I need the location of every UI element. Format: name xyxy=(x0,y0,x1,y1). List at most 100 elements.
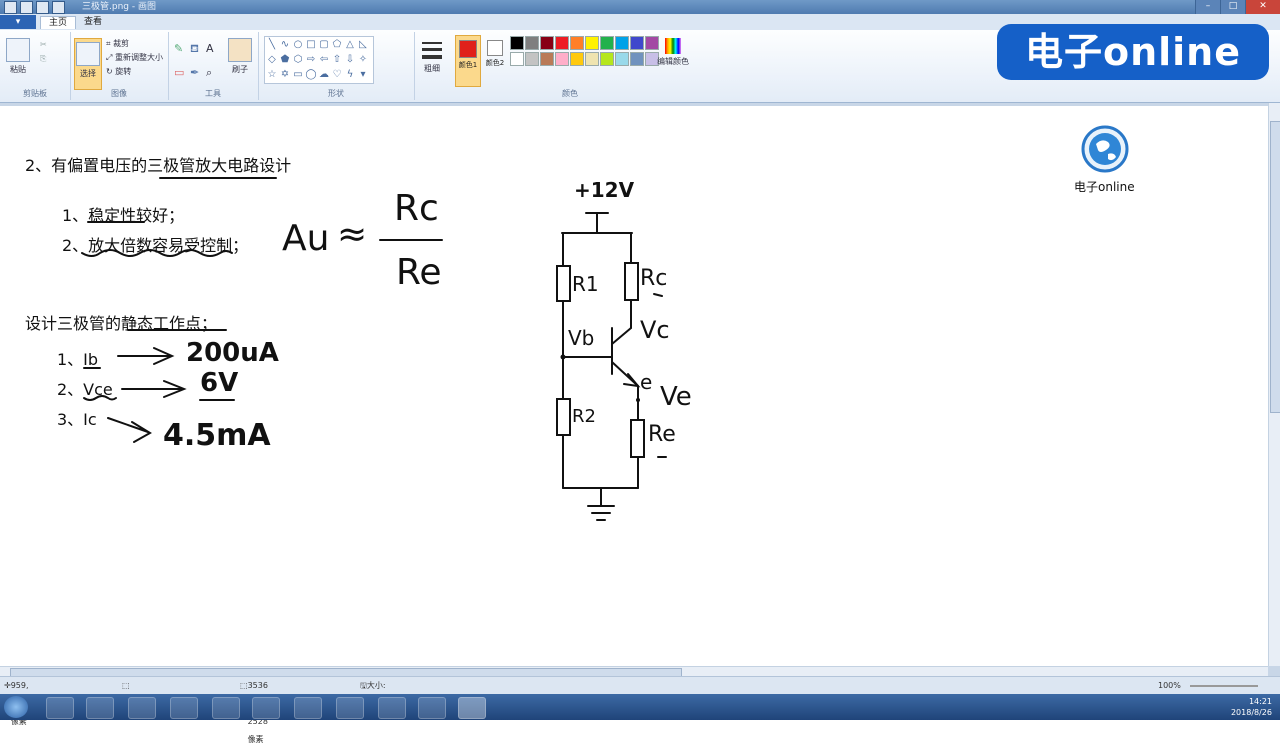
diamond-shape-icon[interactable]: ◇ xyxy=(266,53,278,67)
lightning-shape-icon[interactable]: ϟ xyxy=(344,68,356,82)
color-wheel-icon xyxy=(665,38,681,54)
palette-swatch[interactable] xyxy=(525,52,539,66)
color1-swatch xyxy=(459,40,477,58)
resize-button[interactable]: ⤢ 重新调整大小 xyxy=(106,52,163,63)
vertical-scroll-thumb[interactable] xyxy=(1270,121,1280,413)
hexagon-shape-icon[interactable]: ⬡ xyxy=(292,53,304,67)
wps-taskbar-icon[interactable] xyxy=(128,697,156,719)
undo-icon[interactable] xyxy=(36,1,49,14)
point2-wavy-underline xyxy=(81,249,233,257)
palette-swatch[interactable] xyxy=(615,52,629,66)
roundrect-shape-icon[interactable]: ▢ xyxy=(318,38,330,52)
copy-icon[interactable]: ⎘ xyxy=(40,54,46,64)
palette-swatch[interactable] xyxy=(585,52,599,66)
photoshop-taskbar-icon[interactable] xyxy=(170,697,198,719)
app-taskbar-icon[interactable] xyxy=(212,697,240,719)
star6-shape-icon[interactable]: ✡ xyxy=(279,68,291,82)
palette-swatch[interactable] xyxy=(630,52,644,66)
arrow-up-shape-icon[interactable]: ⇧ xyxy=(331,53,343,67)
palette-swatch[interactable] xyxy=(555,52,569,66)
palette-swatch[interactable] xyxy=(540,36,554,50)
oval-shape-icon[interactable]: ○ xyxy=(292,38,304,52)
rect-shape-icon[interactable]: □ xyxy=(305,38,317,52)
callout-rect-shape-icon[interactable]: ▭ xyxy=(292,68,304,82)
vertical-scrollbar[interactable] xyxy=(1268,103,1280,666)
tab-home[interactable]: 主页 xyxy=(40,16,77,29)
size-button[interactable]: 粗细 xyxy=(420,38,444,74)
status-bar: ✛ 959, 213像素 ⬚ ⬚ 3536 × 2528像素 🖫 大小: 206… xyxy=(0,676,1280,744)
media-player-taskbar-icon[interactable] xyxy=(86,697,114,719)
selection-icon: ⬚ xyxy=(122,681,130,690)
maximize-button[interactable]: □ xyxy=(1220,0,1245,14)
cut-icon[interactable]: ✂ xyxy=(40,40,47,49)
feather-taskbar-icon[interactable] xyxy=(418,697,446,719)
taskbar: 14:21 2018/8/26 xyxy=(0,694,1280,720)
brand-logo: 电子online xyxy=(997,24,1269,80)
recorder-taskbar-icon[interactable] xyxy=(378,697,406,719)
select-button[interactable]: 选择 xyxy=(74,38,102,90)
palette-swatch[interactable] xyxy=(510,36,524,50)
more-shapes-icon[interactable]: ▾ xyxy=(357,68,369,82)
save-icon[interactable] xyxy=(20,1,33,14)
rc-label-underline xyxy=(653,293,663,297)
palette-swatch[interactable] xyxy=(630,36,644,50)
crop-button[interactable]: ⌗ 裁剪 xyxy=(106,38,129,49)
palette-swatch[interactable] xyxy=(555,36,569,50)
rtriangle-shape-icon[interactable]: ◺ xyxy=(357,38,369,52)
palette-swatch[interactable] xyxy=(615,36,629,50)
curve-shape-icon[interactable]: ∿ xyxy=(279,38,291,52)
document-taskbar-icon[interactable] xyxy=(252,697,280,719)
word-taskbar-icon[interactable] xyxy=(336,697,364,719)
clipboard-icon xyxy=(6,38,30,62)
color2-button[interactable]: 颜色2 xyxy=(484,35,506,85)
drawing-canvas[interactable]: 2、有偏置电压的三极管放大电路设计 1、稳定性较好； 2、放大倍数容易受控制； … xyxy=(0,106,1268,666)
triangle-shape-icon[interactable]: △ xyxy=(344,38,356,52)
arrow-left-shape-icon[interactable]: ⇦ xyxy=(318,53,330,67)
window-controls: – □ ✕ xyxy=(1195,0,1280,14)
palette-swatch[interactable] xyxy=(600,52,614,66)
edit-colors-button[interactable]: 编辑颜色 xyxy=(656,36,690,67)
heart-shape-icon[interactable]: ♡ xyxy=(331,68,343,82)
start-button[interactable] xyxy=(4,696,28,718)
shapes-gallery[interactable]: ╲ ∿ ○ □ ▢ ⬠ △ ◺ ◇ ⬟ ⬡ ⇨ ⇦ ⇧ ⇩ ✧ ☆ ✡ ▭ ◯ … xyxy=(264,36,374,84)
picker-icon[interactable]: ✒ xyxy=(190,66,199,79)
text-tool-icon[interactable]: A xyxy=(206,42,214,55)
palette-swatch[interactable] xyxy=(525,36,539,50)
paint-taskbar-icon[interactable] xyxy=(458,697,486,719)
palette-swatch[interactable] xyxy=(510,52,524,66)
palette-swatch[interactable] xyxy=(570,36,584,50)
pentagon-shape-icon[interactable]: ⬟ xyxy=(279,53,291,67)
file-menu-button[interactable]: ▾ xyxy=(0,15,36,29)
zoom-slider[interactable] xyxy=(1190,685,1258,687)
star4-shape-icon[interactable]: ✧ xyxy=(357,53,369,67)
close-button[interactable]: ✕ xyxy=(1245,0,1280,14)
arrow-right-shape-icon[interactable]: ⇨ xyxy=(305,53,317,67)
line-shape-icon[interactable]: ╲ xyxy=(266,38,278,52)
star5-shape-icon[interactable]: ☆ xyxy=(266,68,278,82)
explorer-taskbar-icon[interactable] xyxy=(46,697,74,719)
redo-icon[interactable] xyxy=(52,1,65,14)
color1-button[interactable]: 颜色1 xyxy=(455,35,481,87)
arrow-down-shape-icon[interactable]: ⇩ xyxy=(344,53,356,67)
callout-oval-shape-icon[interactable]: ◯ xyxy=(305,68,317,82)
app-menu-icon[interactable] xyxy=(4,1,17,14)
polygon-shape-icon[interactable]: ⬠ xyxy=(331,38,343,52)
palette-swatch[interactable] xyxy=(540,52,554,66)
tab-view[interactable]: 查看 xyxy=(76,16,110,28)
brushes-button[interactable]: 刷子 xyxy=(226,38,254,75)
cursor-position: ✛ 959, 213像素 xyxy=(4,681,29,726)
minimize-button[interactable]: – xyxy=(1195,0,1220,14)
firefox-taskbar-icon[interactable] xyxy=(294,697,322,719)
rotate-button[interactable]: ↻ 旋转 xyxy=(106,66,131,77)
cloud-shape-icon[interactable]: ☁ xyxy=(318,68,330,82)
eraser-icon[interactable]: ▭ xyxy=(174,66,184,79)
palette-swatch[interactable] xyxy=(570,52,584,66)
magnifier-icon[interactable]: ⌕ xyxy=(206,66,212,80)
arrow-ib xyxy=(117,347,175,365)
paste-button[interactable]: 粘贴 xyxy=(6,38,30,75)
palette-swatch[interactable] xyxy=(585,36,599,50)
palette-swatch[interactable] xyxy=(600,36,614,50)
system-clock[interactable]: 14:21 2018/8/26 xyxy=(1231,696,1272,718)
pencil-icon[interactable]: ✎ xyxy=(174,42,183,55)
fill-icon[interactable]: ⛾ xyxy=(190,42,199,57)
